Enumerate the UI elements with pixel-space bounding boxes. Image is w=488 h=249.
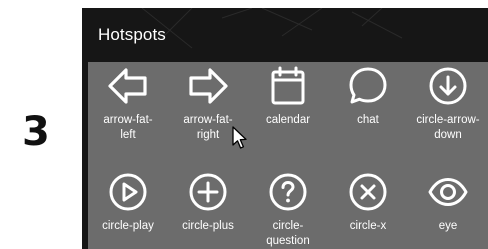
hotspot-circle-question[interactable]: circle- question [248, 168, 328, 249]
hotspot-circle-plus[interactable]: circle-plus [168, 168, 248, 249]
screenshot-frame: 3 Hotspots arrow-fat- left arrow-fat- ri… [0, 0, 488, 249]
hotspot-label: arrow-fat- left [103, 114, 153, 141]
hotspot-circle-play[interactable]: circle-play [88, 168, 168, 249]
hotspot-grid: arrow-fat- left arrow-fat- right calenda… [88, 62, 488, 249]
circle-arrow-down-icon [428, 66, 468, 106]
hotspot-label: circle-play [102, 220, 154, 232]
circle-play-icon [108, 172, 148, 212]
hotspots-panel: Hotspots arrow-fat- left arrow-fat- righ… [82, 8, 488, 249]
hotspot-chat[interactable]: chat [328, 62, 408, 152]
hotspot-arrow-fat-right[interactable]: arrow-fat- right [168, 62, 248, 152]
hotspot-label: chat [357, 114, 379, 126]
circle-plus-icon [188, 172, 228, 212]
hotspot-label: circle-arrow- down [416, 114, 480, 141]
hotspot-label: calendar [265, 114, 311, 126]
calendar-icon [268, 66, 308, 106]
hotspot-circle-arrow-down[interactable]: circle-arrow- down [408, 62, 488, 152]
circle-x-icon [348, 172, 388, 212]
step-number: 3 [22, 109, 50, 155]
arrow-fat-right-icon [188, 66, 228, 106]
hotspot-label: eye [438, 220, 458, 232]
hotspot-label: circle-x [349, 220, 387, 232]
circle-question-icon [268, 172, 308, 212]
arrow-fat-left-icon [108, 66, 148, 106]
panel-title: Hotspots [98, 25, 166, 44]
hotspot-eye[interactable]: eye [408, 168, 488, 249]
hotspot-circle-x[interactable]: circle-x [328, 168, 408, 249]
hotspot-label: circle- question [266, 220, 310, 247]
eye-icon [428, 172, 468, 212]
hotspot-label: arrow-fat- right [183, 114, 233, 141]
hotspot-calendar[interactable]: calendar [248, 62, 328, 152]
chat-icon [348, 66, 388, 106]
hotspot-arrow-fat-left[interactable]: arrow-fat- left [88, 62, 168, 152]
hotspot-label: circle-plus [182, 220, 234, 232]
